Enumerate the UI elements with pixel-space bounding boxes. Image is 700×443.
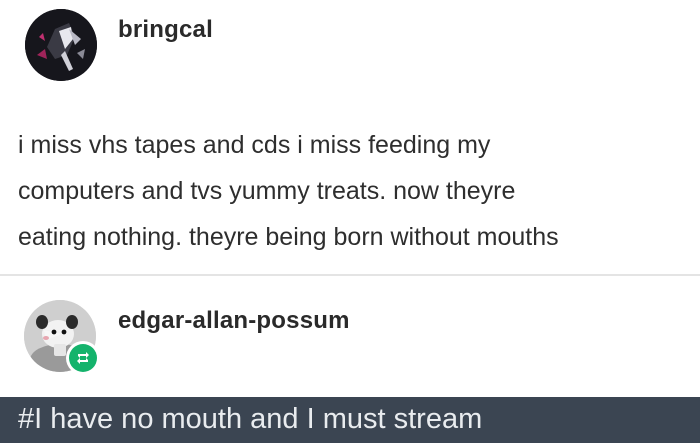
post-username[interactable]: bringcal [118,16,213,44]
post-line: i miss vhs tapes and cds i miss feeding … [18,131,491,159]
reblog-username[interactable]: edgar-allan-possum [118,307,350,335]
post-line: eating nothing. theyre being born withou… [18,223,559,251]
reblog-post [0,276,700,397]
tag-bar: #I have no mouth and I must stream [0,397,700,443]
post-line: computers and tvs yummy treats. now they… [18,177,516,205]
bringcal-avatar[interactable] [25,9,97,81]
reblog-badge [66,341,100,375]
avatar-art-icon [25,9,97,81]
reblog-icon [77,352,89,364]
post-body: i miss vhs tapes and cds i miss feeding … [18,122,688,260]
post-tag[interactable]: #I have no mouth and I must stream [18,403,482,436]
